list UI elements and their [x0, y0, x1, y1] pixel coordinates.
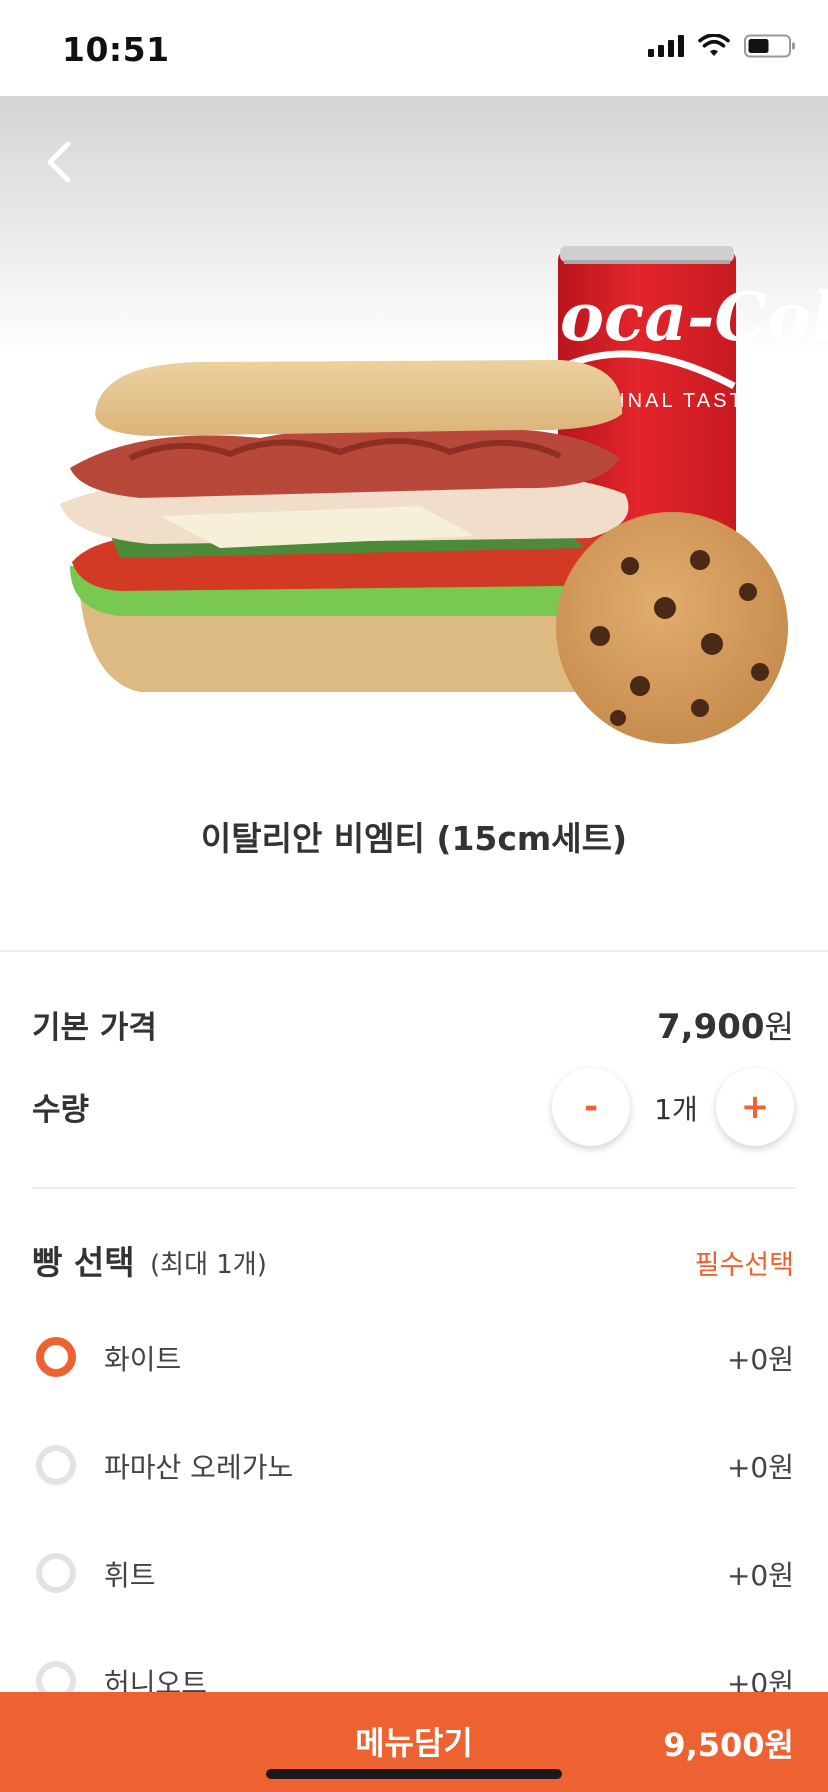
radio-unselected-icon[interactable]	[36, 1553, 76, 1593]
product-image: oca-Cola ORIGINAL TASTE	[60, 246, 828, 744]
option-label: 화이트	[104, 1343, 182, 1376]
option-label: 휘트	[104, 1559, 156, 1592]
quantity-label: 수량	[32, 1092, 90, 1128]
section-divider	[0, 950, 828, 952]
cellular-signal-icon	[648, 35, 684, 57]
bread-section-title: 빵 선택	[32, 1243, 135, 1282]
quantity-minus-button[interactable]: -	[552, 1068, 630, 1146]
section-divider	[32, 1187, 796, 1189]
quantity-plus-button[interactable]: +	[716, 1068, 794, 1146]
product-hero: oca-Cola ORIGINAL TASTE	[0, 96, 828, 786]
sandwich	[60, 360, 642, 692]
required-badge: 필수선택	[694, 1250, 794, 1281]
base-price-unit: 원	[764, 1008, 794, 1046]
option-label: 파마산 오레가노	[104, 1451, 294, 1484]
cookie	[556, 512, 788, 744]
base-price-label: 기본 가격	[32, 1010, 157, 1046]
total-price: 9,500원	[663, 1726, 794, 1764]
product-title: 이탈리안 비엠티 (15cm세트)	[200, 819, 628, 858]
battery-icon	[744, 34, 795, 58]
bread-option-wheat[interactable]: 휘트 +0원	[0, 1520, 828, 1628]
radio-unselected-icon[interactable]	[36, 1445, 76, 1485]
status-bar: 10:51	[0, 0, 828, 96]
svg-text:oca-Cola: oca-Cola	[560, 278, 828, 356]
option-price: +0원	[726, 1343, 794, 1376]
option-price: +0원	[726, 1451, 794, 1484]
bread-option-white[interactable]: 화이트 +0원	[0, 1304, 828, 1412]
radio-selected-icon[interactable]	[36, 1337, 76, 1377]
quantity-value: 1개	[654, 1093, 698, 1126]
add-to-cart-button[interactable]: 메뉴담기 9,500원	[0, 1692, 828, 1792]
wifi-icon	[698, 34, 730, 56]
screen: 10:51 oca-Co ORIGINAL TASTE 이탈리안 비엠티 (15…	[0, 0, 828, 1792]
status-time: 10:51	[62, 30, 170, 69]
option-price: +0원	[726, 1559, 794, 1592]
home-indicator	[266, 1769, 562, 1779]
status-icons	[648, 34, 796, 58]
base-price-amount: 7,900	[657, 1007, 765, 1047]
base-price-value: 7,900원	[657, 1002, 794, 1048]
bread-option-parmesan-oregano[interactable]: 파마산 오레가노 +0원	[0, 1412, 828, 1520]
bread-section-limit: (최대 1개)	[150, 1250, 267, 1280]
